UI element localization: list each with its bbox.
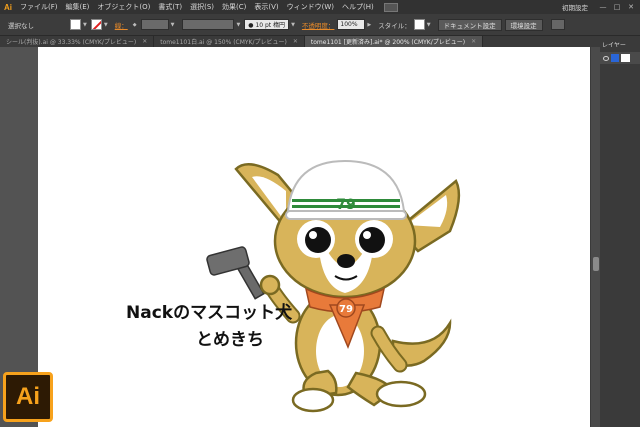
fill-dropdown-icon[interactable]: ▼ [83,22,87,28]
control-bar: 選択なし ▼ ▼ 線： ◆ ▼ ▼ ● 10 pt 楕円 ▼ 不透明度： 100… [0,14,640,36]
layer-row[interactable] [600,52,640,64]
stroke-swatch[interactable] [90,19,102,30]
panel-tab-layers[interactable]: レイヤー [600,38,640,50]
brush-dropdown-icon[interactable]: ▼ [291,22,295,28]
document-tabs: シール(判抜).ai @ 33.33% (CMYK/プレビュー) ✕ tome1… [0,36,600,47]
panel-title: レイヤー [602,41,626,49]
mascot-dog-illustration[interactable]: 79 79 [188,111,508,421]
style-label: スタイル： [378,21,411,30]
stroke-weight-dropdown-icon[interactable]: ▼ [171,22,175,28]
stroke-weight-stepper-icon[interactable]: ◆ [133,22,137,28]
illustrator-logo: Ai [3,372,53,422]
menu-help[interactable]: ヘルプ(H) [338,2,378,12]
preferences-button[interactable]: 環境設定 [504,18,543,31]
document-tab-active[interactable]: tome1101 [更新済み].ai* @ 200% (CMYK/プレビュー) … [304,36,484,47]
selection-status: 選択なし [8,21,34,30]
scrollbar-thumb[interactable] [593,257,599,271]
style-dropdown-icon[interactable]: ▼ [427,22,431,28]
opacity-field[interactable]: 100% [337,19,366,30]
tab-label: tome1101 [更新済み].ai* @ 200% (CMYK/プレビュー) [310,39,466,46]
document-tab[interactable]: シール(判抜).ai @ 33.33% (CMYK/プレビュー) ✕ [0,36,155,47]
caption-name: とめきち [196,330,264,350]
menu-file[interactable]: ファイル(F) [16,2,62,12]
tab-close-icon[interactable]: ✕ [293,38,298,45]
minimize-button[interactable]: — [598,3,608,12]
illustrator-window: Ai ファイル(F) 編集(E) オブジェクト(O) 書式(T) 選択(S) 効… [0,0,640,427]
vertical-scrollbar[interactable] [590,47,600,427]
helmet-label: 79 [336,197,355,213]
opacity-dropdown-icon[interactable]: ▶ [367,22,371,28]
menu-select[interactable]: 選択(S) [186,2,218,12]
document-tab[interactable]: tome1101白.ai @ 150% (CMYK/プレビュー) ✕ [154,36,305,47]
artboard[interactable]: 79 79 Nackのマスコット犬 とめきち [38,47,590,427]
menu-view[interactable]: 表示(V) [250,2,282,12]
brush-definition[interactable]: ● 10 pt 楕円 [244,19,290,30]
arrange-documents-icon[interactable] [383,2,398,12]
maximize-button[interactable]: □ [612,3,622,12]
menu-effect[interactable]: 効果(C) [218,2,250,12]
tab-close-icon[interactable]: ✕ [142,38,147,45]
graphic-style-swatch[interactable] [413,19,425,30]
menu-edit[interactable]: 編集(E) [62,2,94,12]
eye-icon[interactable] [603,55,609,61]
layers-panel: レイヤー [600,36,640,427]
close-button[interactable]: ✕ [626,3,636,12]
layer-thumbnail [621,54,630,62]
stroke-label[interactable]: 線： [115,20,128,30]
stroke-dropdown-icon[interactable]: ▼ [104,22,108,28]
workspace-switcher[interactable]: 初期設定 [562,2,588,12]
tab-close-icon[interactable]: ✕ [471,38,476,45]
menu-bar: Ai ファイル(F) 編集(E) オブジェクト(O) 書式(T) 選択(S) 効… [0,0,640,14]
caption-title: Nackのマスコット犬 [126,303,293,323]
menu-window[interactable]: ウィンドウ(W) [283,2,338,12]
tab-label: tome1101白.ai @ 150% (CMYK/プレビュー) [160,39,287,46]
layer-color-icon [611,54,619,62]
document-setup-button[interactable]: ドキュメント設定 [437,18,502,31]
app-logo: Ai [4,2,12,12]
align-options-icon[interactable] [550,19,565,30]
stroke-weight-field[interactable] [140,19,169,30]
variable-width-profile[interactable] [182,19,235,30]
fill-swatch[interactable] [70,19,81,30]
opacity-label[interactable]: 不透明度： [302,20,335,30]
profile-dropdown-icon[interactable]: ▼ [236,22,240,28]
scarf-label: 79 [339,304,353,315]
menu-object[interactable]: オブジェクト(O) [93,2,154,12]
tab-label: シール(判抜).ai @ 33.33% (CMYK/プレビュー) [6,39,137,46]
tool-area [0,47,38,367]
menu-type[interactable]: 書式(T) [154,2,186,12]
window-controls: 初期設定 — □ ✕ [562,0,640,14]
